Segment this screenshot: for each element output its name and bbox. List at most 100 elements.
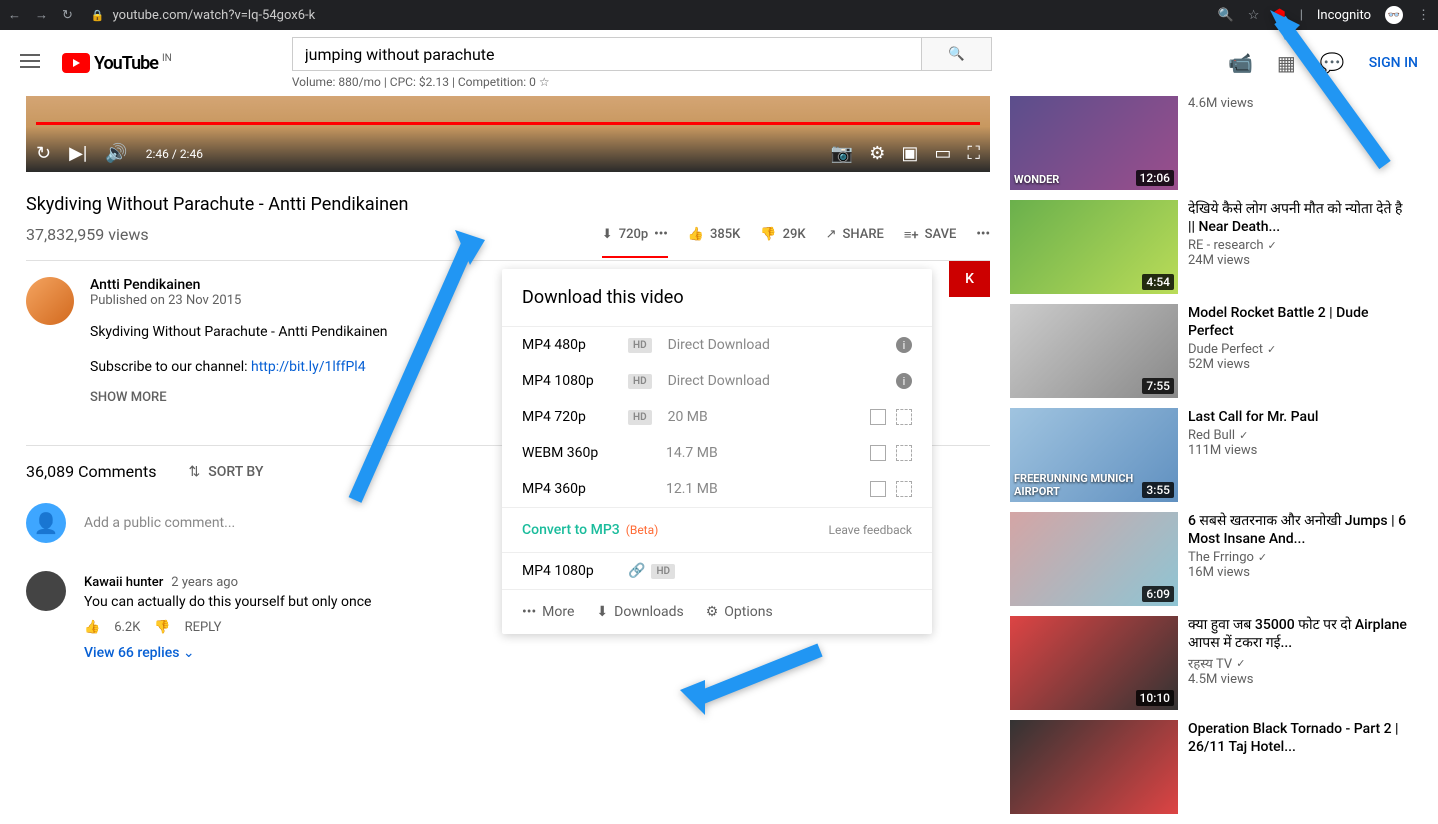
next-icon[interactable]: ▶| bbox=[69, 143, 87, 164]
forward-icon[interactable]: → bbox=[35, 7, 48, 23]
suggestion-title: Model Rocket Battle 2 | Dude Perfect bbox=[1188, 304, 1412, 340]
download-format[interactable]: MP4 1080p bbox=[522, 563, 622, 579]
options-button[interactable]: ⚙ Options bbox=[706, 604, 773, 620]
more-button[interactable]: ••• More bbox=[522, 604, 574, 620]
apps-icon[interactable]: ▦ bbox=[1277, 51, 1296, 75]
hamburger-icon[interactable] bbox=[20, 50, 40, 76]
settings-icon[interactable]: ⚙ bbox=[869, 143, 885, 164]
convert-mp3-button[interactable]: Convert to MP3 bbox=[522, 522, 620, 538]
qr-icon[interactable] bbox=[896, 409, 912, 425]
miniplayer-icon[interactable]: ▣ bbox=[901, 143, 918, 164]
search-icon: 🔍 bbox=[948, 47, 965, 62]
save-icon: ≡+ bbox=[904, 227, 919, 243]
download-label: Direct Download bbox=[668, 337, 896, 353]
reload-icon[interactable]: ↻ bbox=[62, 8, 73, 23]
download-format: MP4 360p bbox=[522, 481, 622, 497]
more-dots-icon: ••• bbox=[654, 227, 668, 242]
download-popup: Download this video MP4 480p HD Direct D… bbox=[502, 269, 932, 634]
description-link[interactable]: http://bit.ly/1lffPl4 bbox=[251, 359, 366, 375]
download-row[interactable]: MP4 480p HD Direct Download i bbox=[502, 327, 932, 363]
thumbs-up-icon[interactable]: 👍 bbox=[84, 620, 100, 635]
suggestion-item[interactable]: 10:10 क्या हुवा जब 35000 फोट पर दो Airpl… bbox=[1010, 616, 1412, 710]
download-row[interactable]: MP4 720p HD 20 MB bbox=[502, 399, 932, 435]
verified-icon: ✓ bbox=[1268, 239, 1277, 252]
suggestion-item[interactable]: 7:55 Model Rocket Battle 2 | Dude Perfec… bbox=[1010, 304, 1412, 398]
copy-icon[interactable] bbox=[870, 409, 886, 425]
download-label: 12.1 MB bbox=[666, 481, 870, 497]
view-replies-button[interactable]: View 66 replies ⌄ bbox=[84, 645, 371, 661]
copy-icon[interactable] bbox=[870, 481, 886, 497]
signin-button[interactable]: SIGN IN bbox=[1369, 55, 1418, 71]
dislike-button[interactable]: 👎 29K bbox=[760, 227, 805, 242]
suggestion-title: क्या हुवा जब 35000 फोट पर दो Airplane आप… bbox=[1188, 616, 1412, 652]
hd-badge: HD bbox=[628, 410, 652, 425]
extension-icon[interactable]: ⬢ bbox=[1273, 7, 1285, 23]
suggestion-channel: The Frringo ✓ bbox=[1188, 550, 1412, 565]
gear-icon: ⚙ bbox=[706, 604, 719, 620]
download-row[interactable]: MP4 360p 12.1 MB bbox=[502, 471, 932, 507]
suggestion-item[interactable]: 6:09 6 सबसे खतरनाक और अनोखी Jumps | 6 Mo… bbox=[1010, 512, 1412, 606]
search-input[interactable] bbox=[292, 37, 922, 71]
comment-input[interactable]: Add a public comment... bbox=[84, 515, 235, 531]
suggestion-views: 24M views bbox=[1188, 253, 1412, 268]
zoom-icon[interactable]: 🔍 bbox=[1218, 8, 1234, 23]
like-button[interactable]: 👍 385K bbox=[688, 227, 741, 242]
comment-author[interactable]: Kawaii hunter bbox=[84, 575, 163, 590]
download-action[interactable]: ⬇ 720p ••• bbox=[602, 227, 668, 258]
theater-icon[interactable]: ▭ bbox=[934, 143, 951, 164]
subscribe-button[interactable]: K bbox=[949, 261, 990, 297]
video-player[interactable]: ↻ ▶| 🔊 2:46 / 2:46 📷 ⚙ ▣ ▭ ⛶ bbox=[26, 96, 990, 172]
downloads-button[interactable]: ⬇ Downloads bbox=[596, 604, 683, 620]
suggestion-views: 52M views bbox=[1188, 357, 1412, 372]
more-actions-icon[interactable]: ••• bbox=[976, 227, 990, 242]
comment-time: 2 years ago bbox=[171, 575, 238, 590]
youtube-logo[interactable]: YouTube IN bbox=[62, 53, 172, 74]
view-count: 37,832,959 views bbox=[26, 225, 602, 244]
suggestion-title: Last Call for Mr. Paul bbox=[1188, 408, 1412, 426]
lock-icon: 🔒 bbox=[91, 9, 105, 22]
channel-avatar[interactable] bbox=[26, 277, 74, 325]
progress-bar[interactable] bbox=[36, 122, 980, 125]
feedback-link[interactable]: Leave feedback bbox=[829, 523, 913, 537]
star-icon[interactable]: ☆ bbox=[1248, 8, 1260, 23]
info-icon[interactable]: i bbox=[896, 337, 912, 353]
user-avatar[interactable] bbox=[26, 503, 66, 543]
menu-icon[interactable]: ⋮ bbox=[1417, 8, 1430, 23]
copy-icon[interactable] bbox=[870, 445, 886, 461]
chevron-down-icon: ⌄ bbox=[183, 645, 195, 661]
download-icon: ⬇ bbox=[602, 227, 613, 242]
suggestion-item[interactable]: WONDER 12:06 4.6M views bbox=[1010, 96, 1412, 190]
suggestion-channel: Red Bull ✓ bbox=[1188, 428, 1412, 443]
volume-icon[interactable]: 🔊 bbox=[105, 143, 127, 164]
camera-icon[interactable]: 📷 bbox=[831, 143, 853, 164]
messages-icon[interactable]: 💬 bbox=[1320, 51, 1345, 75]
popup-title: Download this video bbox=[502, 269, 932, 327]
suggestion-item[interactable]: FREERUNNING MUNICH AIRPORT 3:55 Last Cal… bbox=[1010, 408, 1412, 502]
thumbs-down-icon[interactable]: 👎 bbox=[154, 620, 170, 635]
download-format: MP4 720p bbox=[522, 409, 622, 425]
comment-avatar[interactable] bbox=[26, 571, 66, 611]
qr-icon[interactable] bbox=[896, 445, 912, 461]
suggestion-item[interactable]: 4:54 देखिये कैसे लोग अपनी मौत को न्योता … bbox=[1010, 200, 1412, 294]
replay-icon[interactable]: ↻ bbox=[36, 143, 51, 164]
suggestion-views: 4.6M views bbox=[1188, 96, 1412, 111]
suggestion-item[interactable]: Operation Black Tornado - Part 2 | 26/11… bbox=[1010, 720, 1412, 814]
qr-icon[interactable] bbox=[896, 481, 912, 497]
create-icon[interactable]: 📹 bbox=[1228, 51, 1253, 75]
share-button[interactable]: ↗ SHARE bbox=[826, 227, 884, 242]
download-row[interactable]: MP4 1080p HD Direct Download i bbox=[502, 363, 932, 399]
sort-button[interactable]: ⇅ SORT BY bbox=[189, 464, 264, 480]
save-button[interactable]: ≡+ SAVE bbox=[904, 227, 957, 243]
search-button[interactable]: 🔍 bbox=[922, 37, 992, 71]
sort-icon: ⇅ bbox=[189, 464, 201, 480]
url-text[interactable]: youtube.com/watch?v=lq-54gox6-k bbox=[113, 8, 316, 23]
suggestion-thumbnail bbox=[1010, 720, 1178, 814]
reply-button[interactable]: REPLY bbox=[185, 620, 222, 635]
back-icon[interactable]: ← bbox=[8, 7, 21, 23]
suggestion-thumbnail: WONDER 12:06 bbox=[1010, 96, 1178, 190]
incognito-icon[interactable]: 👓 bbox=[1385, 6, 1403, 24]
info-icon[interactable]: i bbox=[896, 373, 912, 389]
thumbs-down-icon: 👎 bbox=[760, 227, 776, 242]
download-row[interactable]: WEBM 360p 14.7 MB bbox=[502, 435, 932, 471]
fullscreen-icon[interactable]: ⛶ bbox=[967, 143, 980, 164]
